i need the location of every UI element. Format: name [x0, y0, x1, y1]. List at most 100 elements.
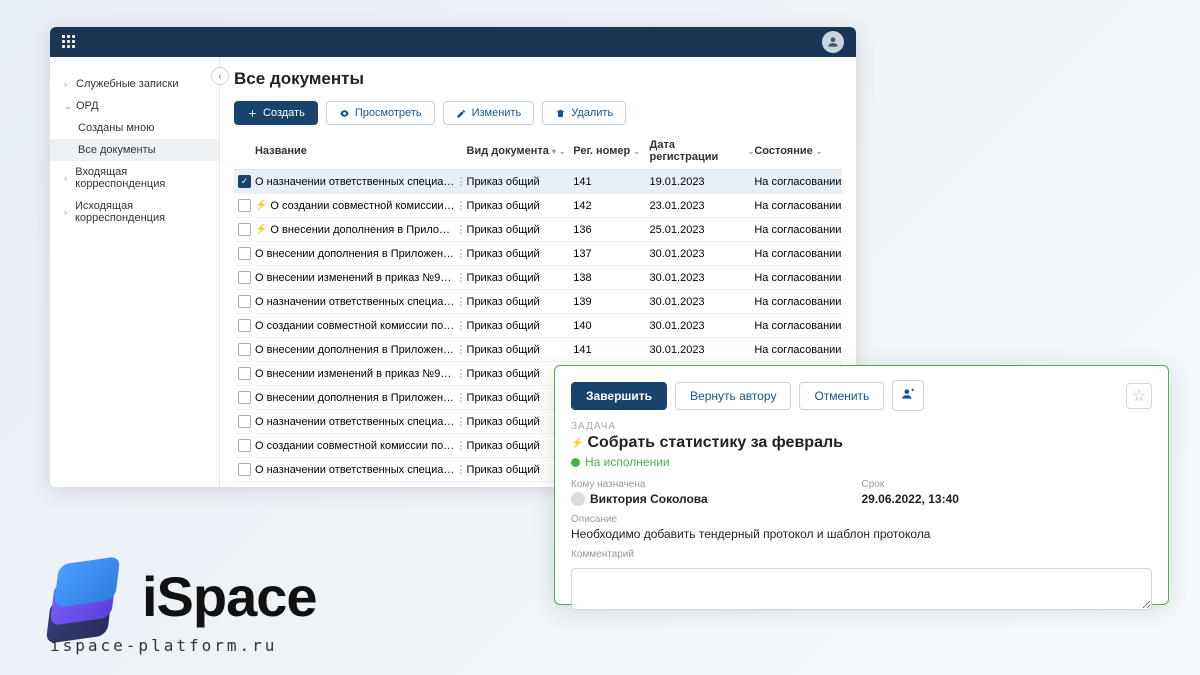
doc-reg: 141: [573, 176, 649, 188]
row-menu-icon[interactable]: ⋮: [455, 319, 466, 332]
filter-icon: ▾: [552, 147, 556, 156]
view-button[interactable]: Просмотреть: [326, 101, 435, 125]
cancel-button[interactable]: Отменить: [799, 382, 884, 410]
sort-icon: ⌄: [748, 147, 755, 156]
status-dot-icon: [571, 458, 580, 467]
doc-state: На согласовании: [754, 344, 842, 356]
edit-button[interactable]: Изменить: [443, 101, 535, 125]
sort-icon: ⌄: [633, 147, 640, 156]
row-menu-icon[interactable]: ⋮: [455, 343, 466, 356]
row-checkbox[interactable]: [238, 175, 251, 188]
table-row[interactable]: О внесении изменений в приказ №95 от …⋮П…: [234, 266, 842, 290]
doc-reg: 137: [573, 248, 649, 260]
sidebar-item[interactable]: ›Исходящая корреспонденция: [50, 195, 219, 229]
doc-reg: 141: [573, 344, 649, 356]
row-checkbox[interactable]: [238, 463, 251, 476]
row-menu-icon[interactable]: ⋮: [455, 199, 466, 212]
table-row[interactable]: О внесении дополнения в Приложение …⋮При…: [234, 338, 842, 362]
sidebar: ‹ ›Служебные записки⌄ОРДСозданы мноюВсе …: [50, 57, 220, 487]
sort-icon: ⌄: [559, 147, 566, 156]
collapse-icon[interactable]: ‹: [211, 67, 229, 85]
create-button[interactable]: Создать: [234, 101, 318, 125]
doc-type: Приказ общий: [467, 272, 574, 284]
lightning-icon: ⚡: [255, 224, 267, 235]
doc-name: О создании совместной комиссии по кон…: [255, 320, 455, 332]
row-checkbox[interactable]: [238, 415, 251, 428]
row-checkbox[interactable]: [238, 319, 251, 332]
table-row[interactable]: О создании совместной комиссии по кон…⋮П…: [234, 314, 842, 338]
doc-reg: 142: [573, 200, 649, 212]
doc-name: О внесении изменений в приказ №95 от …: [255, 272, 455, 284]
chevron-right-icon: ›: [64, 173, 71, 183]
doc-state: На согласовании: [754, 176, 842, 188]
table-row[interactable]: О внесении дополнения в Приложение …⋮При…: [234, 242, 842, 266]
table-row[interactable]: ⚡О внесении дополнения в Приложение…⋮При…: [234, 218, 842, 242]
task-type-label: ЗАДАЧА: [571, 421, 1152, 432]
row-menu-icon[interactable]: ⋮: [455, 439, 466, 452]
doc-state: На согласовании: [754, 224, 842, 236]
doc-date: 30.01.2023: [650, 272, 755, 284]
doc-state: На согласовании: [754, 248, 842, 260]
lightning-icon: ⚡: [571, 438, 583, 449]
return-button[interactable]: Вернуть автору: [675, 382, 791, 410]
doc-date: 25.01.2023: [650, 224, 755, 236]
doc-type: Приказ общий: [467, 248, 574, 260]
row-checkbox[interactable]: [238, 199, 251, 212]
table-header: Название Вид документа▾⌄ Рег. номер⌄ Дат…: [234, 133, 842, 170]
col-date[interactable]: Дата регистрации⌄: [650, 139, 755, 163]
row-menu-icon[interactable]: ⋮: [455, 175, 466, 188]
row-checkbox[interactable]: [238, 295, 251, 308]
row-checkbox[interactable]: [238, 367, 251, 380]
comment-input[interactable]: [571, 568, 1152, 610]
doc-reg: 136: [573, 224, 649, 236]
row-menu-icon[interactable]: ⋮: [455, 367, 466, 380]
sidebar-item[interactable]: Созданы мною: [50, 117, 219, 139]
sidebar-item-label: ОРД: [76, 100, 99, 112]
doc-type: Приказ общий: [467, 200, 574, 212]
sidebar-item[interactable]: Все документы: [50, 139, 219, 161]
table-row[interactable]: О назначении ответственных специалист…⋮П…: [234, 290, 842, 314]
sort-icon: ⌄: [816, 147, 823, 156]
row-menu-icon[interactable]: ⋮: [455, 271, 466, 284]
desc-text: Необходимо добавить тендерный протокол и…: [571, 527, 1152, 541]
col-name[interactable]: Название: [255, 139, 455, 163]
row-menu-icon[interactable]: ⋮: [455, 391, 466, 404]
table-row[interactable]: ⚡О создании совместной комиссии по к…⋮Пр…: [234, 194, 842, 218]
doc-reg: 138: [573, 272, 649, 284]
table-row[interactable]: О назначении ответственных специалист…⋮П…: [234, 170, 842, 194]
sidebar-item-label: Служебные записки: [76, 78, 179, 90]
chevron-down-icon: ⌄: [64, 101, 72, 112]
lightning-icon: ⚡: [255, 200, 267, 211]
task-toolbar: Завершить Вернуть автору Отменить ☆: [571, 380, 1152, 411]
avatar[interactable]: [822, 31, 844, 53]
doc-date: 19.01.2023: [650, 176, 755, 188]
row-checkbox[interactable]: [238, 247, 251, 260]
apps-icon[interactable]: [62, 35, 76, 49]
comment-label: Комментарий: [571, 549, 1152, 560]
sidebar-item[interactable]: ⌄ ОРД: [50, 95, 219, 117]
assign-button[interactable]: [892, 380, 924, 411]
row-checkbox[interactable]: [238, 391, 251, 404]
col-type[interactable]: Вид документа▾⌄: [467, 139, 574, 163]
row-menu-icon[interactable]: ⋮: [455, 247, 466, 260]
row-checkbox[interactable]: [238, 223, 251, 236]
topbar: [50, 27, 856, 57]
doc-state: На согласовании: [754, 320, 842, 332]
row-menu-icon[interactable]: ⋮: [455, 463, 466, 476]
row-checkbox[interactable]: [238, 439, 251, 452]
sidebar-item[interactable]: ›Служебные записки: [50, 73, 219, 95]
row-menu-icon[interactable]: ⋮: [455, 415, 466, 428]
doc-date: 30.01.2023: [650, 344, 755, 356]
row-menu-icon[interactable]: ⋮: [455, 223, 466, 236]
doc-date: 23.01.2023: [650, 200, 755, 212]
col-reg[interactable]: Рег. номер⌄: [573, 139, 649, 163]
complete-button[interactable]: Завершить: [571, 382, 667, 410]
col-state[interactable]: Состояние⌄: [754, 139, 842, 163]
delete-button[interactable]: Удалить: [542, 101, 626, 125]
row-checkbox[interactable]: [238, 343, 251, 356]
row-checkbox[interactable]: [238, 271, 251, 284]
due-value: 29.06.2022, 13:40: [862, 492, 1153, 506]
sidebar-item[interactable]: ›Входящая корреспонденция: [50, 161, 219, 195]
star-icon[interactable]: ☆: [1126, 383, 1152, 409]
row-menu-icon[interactable]: ⋮: [455, 295, 466, 308]
